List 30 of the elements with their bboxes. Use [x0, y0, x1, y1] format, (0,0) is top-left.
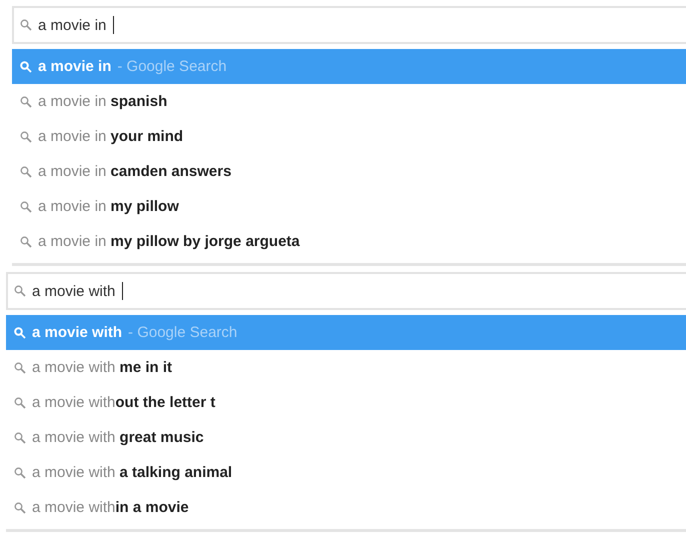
search-field[interactable]: a movie in	[12, 6, 686, 44]
search-icon	[14, 326, 26, 338]
search-field[interactable]: a movie with	[6, 272, 686, 310]
suggestion-item[interactable]: a movie in your mind	[12, 119, 686, 154]
suggestion-hint: - Google Search	[128, 324, 238, 341]
suggestion-item[interactable]: a movie in my pillow by jorge argueta	[12, 224, 686, 259]
search-icon	[14, 432, 26, 444]
suggestion-item[interactable]: a movie within a movie	[6, 490, 686, 525]
search-icon	[14, 502, 26, 514]
search-icon	[20, 166, 32, 178]
suggestion-item[interactable]: a movie with a talking animal	[6, 455, 686, 490]
suggestion-item[interactable]: a movie with me in it	[6, 350, 686, 385]
suggestion-hint: - Google Search	[117, 58, 227, 75]
suggestion-item[interactable]: a movie without the letter t	[6, 385, 686, 420]
suggestion-item[interactable]: a movie with great music	[6, 420, 686, 455]
suggestion-item[interactable]: a movie in my pillow	[12, 189, 686, 224]
suggestion-item[interactable]: a movie in camden answers	[12, 154, 686, 189]
search-icon	[14, 466, 26, 478]
search-icon	[14, 285, 26, 297]
search-value: a movie with	[32, 282, 116, 300]
search-icon	[20, 200, 32, 212]
search-icon	[20, 236, 32, 248]
suggestion-item[interactable]: a movie in spanish	[12, 84, 686, 119]
search-icon	[20, 60, 32, 72]
search-icon	[14, 396, 26, 408]
search-value: a movie in	[38, 16, 106, 34]
search-icon	[14, 362, 26, 374]
search-icon	[20, 96, 32, 108]
search-icon	[20, 130, 32, 142]
search-icon	[20, 19, 32, 31]
